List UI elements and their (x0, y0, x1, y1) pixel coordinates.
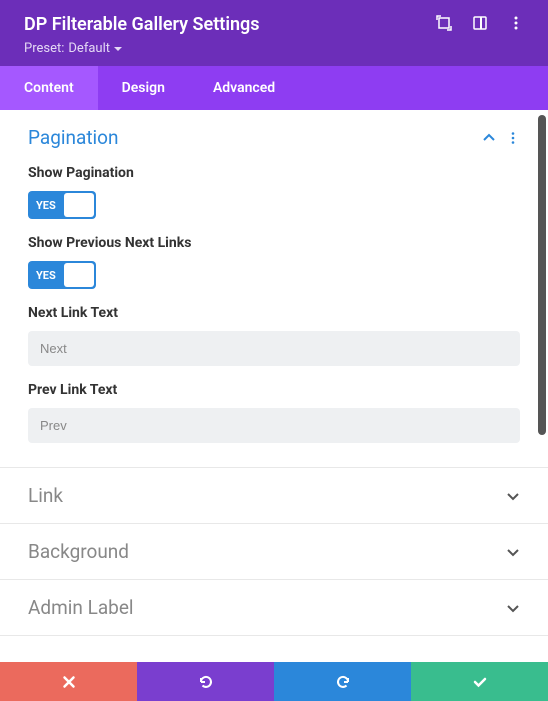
section-more-icon[interactable] (506, 131, 520, 145)
section-link: Link (0, 468, 548, 524)
preset-value: Default (68, 41, 110, 56)
section-header-admin-label[interactable]: Admin Label (0, 580, 548, 635)
confirm-button[interactable] (411, 662, 548, 701)
expand-icon[interactable] (436, 15, 452, 35)
section-pagination: Pagination Show Pagination YES Show Prev… (0, 110, 548, 468)
show-pagination-toggle[interactable]: YES (28, 191, 96, 219)
section-background: Background (0, 524, 548, 580)
scrollbar-thumb[interactable] (538, 115, 546, 435)
section-admin-label: Admin Label (0, 580, 548, 636)
tab-advanced[interactable]: Advanced (189, 66, 299, 110)
chevron-up-icon (482, 131, 496, 145)
section-header-background[interactable]: Background (0, 524, 548, 579)
layout-icon[interactable] (472, 15, 488, 35)
prev-link-label: Prev Link Text (28, 382, 520, 398)
toggle-state: YES (28, 199, 56, 212)
next-link-label: Next Link Text (28, 305, 520, 321)
show-prev-next-label: Show Previous Next Links (28, 235, 520, 251)
undo-button[interactable] (137, 662, 274, 701)
section-header-link[interactable]: Link (0, 468, 548, 523)
section-header-pagination[interactable]: Pagination (0, 110, 548, 165)
chevron-down-icon (506, 489, 520, 503)
settings-header: DP Filterable Gallery Settings Preset: D… (0, 0, 548, 66)
section-title: Pagination (28, 126, 119, 149)
tabs: Content Design Advanced (0, 66, 548, 110)
tab-design[interactable]: Design (98, 66, 189, 110)
show-pagination-label: Show Pagination (28, 165, 520, 181)
preset-label: Preset: (24, 41, 64, 56)
chevron-down-icon (506, 545, 520, 559)
section-title: Link (28, 484, 63, 507)
show-prev-next-toggle[interactable]: YES (28, 261, 96, 289)
section-title: Background (28, 540, 129, 563)
toggle-knob (64, 193, 94, 217)
next-link-input[interactable] (28, 331, 520, 366)
preset-selector[interactable]: Preset: Default (24, 41, 524, 56)
caret-down-icon (114, 45, 122, 53)
redo-button[interactable] (274, 662, 411, 701)
more-icon[interactable] (508, 15, 524, 35)
content-panel: Pagination Show Pagination YES Show Prev… (0, 110, 548, 657)
cancel-button[interactable] (0, 662, 137, 701)
toggle-knob (64, 263, 94, 287)
section-title: Admin Label (28, 596, 134, 619)
prev-link-input[interactable] (28, 408, 520, 443)
footer-actions (0, 662, 548, 701)
page-title: DP Filterable Gallery Settings (24, 14, 260, 35)
chevron-down-icon (506, 601, 520, 615)
tab-content[interactable]: Content (0, 66, 98, 110)
toggle-state: YES (28, 269, 56, 282)
